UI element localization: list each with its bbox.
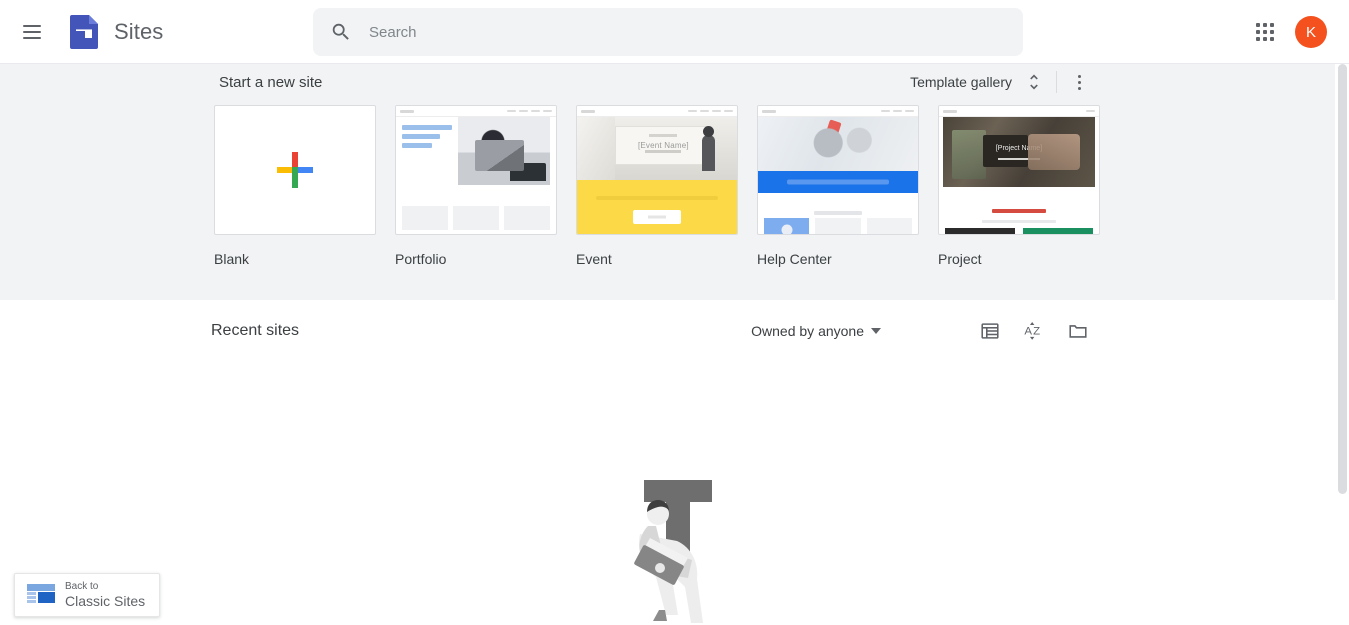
template-gallery-button[interactable]: Template gallery: [910, 74, 1012, 90]
template-label: Project: [938, 251, 982, 267]
back-to-classic-sites-button[interactable]: Back to Classic Sites: [14, 573, 160, 617]
classic-sites-label: Back to Classic Sites: [65, 581, 145, 609]
search-bar[interactable]: [313, 8, 1023, 56]
template-thumbnail-portfolio[interactable]: [395, 105, 557, 235]
more-vert-icon[interactable]: [1069, 72, 1089, 92]
owner-filter-dropdown[interactable]: Owned by anyone: [751, 323, 881, 339]
brand-logo-group[interactable]: Sites: [70, 14, 164, 49]
help-center-hero: [758, 117, 918, 171]
event-hero-photo: [Event Name]: [577, 117, 737, 180]
template-thumbnail-help-center[interactable]: [757, 105, 919, 235]
recent-sites-view-actions: A Z: [979, 320, 1089, 342]
template-label: Event: [576, 251, 612, 267]
header-actions: K: [1253, 0, 1327, 64]
start-new-site-title: Start a new site: [219, 73, 323, 91]
owner-filter-label: Owned by anyone: [751, 323, 864, 339]
avatar[interactable]: K: [1295, 16, 1327, 48]
hamburger-menu-icon[interactable]: [23, 20, 47, 44]
event-cta-button: [633, 210, 681, 225]
recent-sites-title: Recent sites: [211, 322, 300, 339]
template-label: Portfolio: [395, 251, 447, 267]
event-yellow-band: [577, 180, 737, 234]
classic-sites-icon: [27, 584, 55, 606]
template-thumbnail-blank[interactable]: [214, 105, 376, 235]
event-presenter: [701, 125, 715, 171]
app-header: Sites K: [0, 0, 1349, 64]
template-card-project[interactable]: [Project Name] Project: [938, 105, 1100, 267]
template-label: Help Center: [757, 251, 832, 267]
portfolio-heading-lines: [402, 125, 456, 152]
portfolio-hero: [402, 117, 550, 195]
folder-icon[interactable]: [1067, 320, 1089, 342]
svg-text:Z: Z: [1033, 326, 1040, 338]
google-sites-page: Sites K Start a new site Template galler…: [0, 0, 1349, 625]
search-input[interactable]: [369, 17, 969, 47]
svg-text:A: A: [1024, 326, 1032, 338]
template-card-blank[interactable]: Blank: [214, 105, 376, 267]
mini-site-toolbar: [939, 106, 1099, 117]
list-view-icon[interactable]: [979, 320, 1001, 342]
classic-sites-line2: Classic Sites: [65, 592, 146, 609]
classic-sites-line1: Back to: [65, 581, 99, 593]
template-list: Blank Portfolio [Event Name] Event Help …: [214, 105, 1100, 267]
project-name-placeholder: [Project Name]: [995, 145, 1043, 152]
template-card-event[interactable]: [Event Name] Event: [576, 105, 738, 267]
mini-site-toolbar: [577, 106, 737, 117]
event-name-placeholder: [Event Name]: [637, 140, 689, 150]
sort-az-icon[interactable]: A Z: [1023, 320, 1045, 342]
help-center-search-band: [758, 171, 918, 193]
apps-grid-icon[interactable]: [1253, 20, 1277, 44]
recent-sites-header: Recent sites Owned by anyone A Z: [211, 311, 1089, 351]
project-body: [943, 191, 1095, 234]
start-new-site-header: Start a new site Template gallery: [219, 66, 1089, 98]
template-thumbnail-event[interactable]: [Event Name]: [576, 105, 738, 235]
event-projection-screen: [Event Name]: [615, 125, 712, 165]
header-divider: [1056, 71, 1057, 93]
template-thumbnail-project[interactable]: [Project Name]: [938, 105, 1100, 235]
page-scrollbar[interactable]: [1335, 64, 1349, 625]
person-carrying-letter-t-illustration: [596, 470, 756, 625]
start-new-site-panel: Start a new site Template gallery Blank …: [0, 64, 1336, 300]
portfolio-cards: [402, 206, 550, 230]
mini-site-toolbar: [758, 106, 918, 117]
google-sites-logo: [70, 14, 98, 49]
project-hero-photo: [Project Name]: [943, 117, 1095, 187]
template-card-portfolio[interactable]: Portfolio: [395, 105, 557, 267]
chevron-expand-icon[interactable]: [1024, 72, 1044, 92]
template-card-help-center[interactable]: Help Center: [757, 105, 919, 267]
google-plus-icon: [271, 146, 319, 194]
help-center-cards: [764, 218, 912, 234]
caret-down-icon: [871, 328, 881, 334]
page-title: Sites: [114, 18, 164, 44]
mini-site-toolbar: [396, 106, 556, 117]
scrollbar-thumb[interactable]: [1338, 64, 1347, 494]
template-label: Blank: [214, 251, 250, 267]
panel-header-actions: Template gallery: [910, 71, 1089, 93]
search-icon: [330, 21, 352, 43]
portfolio-photo: [458, 117, 550, 185]
